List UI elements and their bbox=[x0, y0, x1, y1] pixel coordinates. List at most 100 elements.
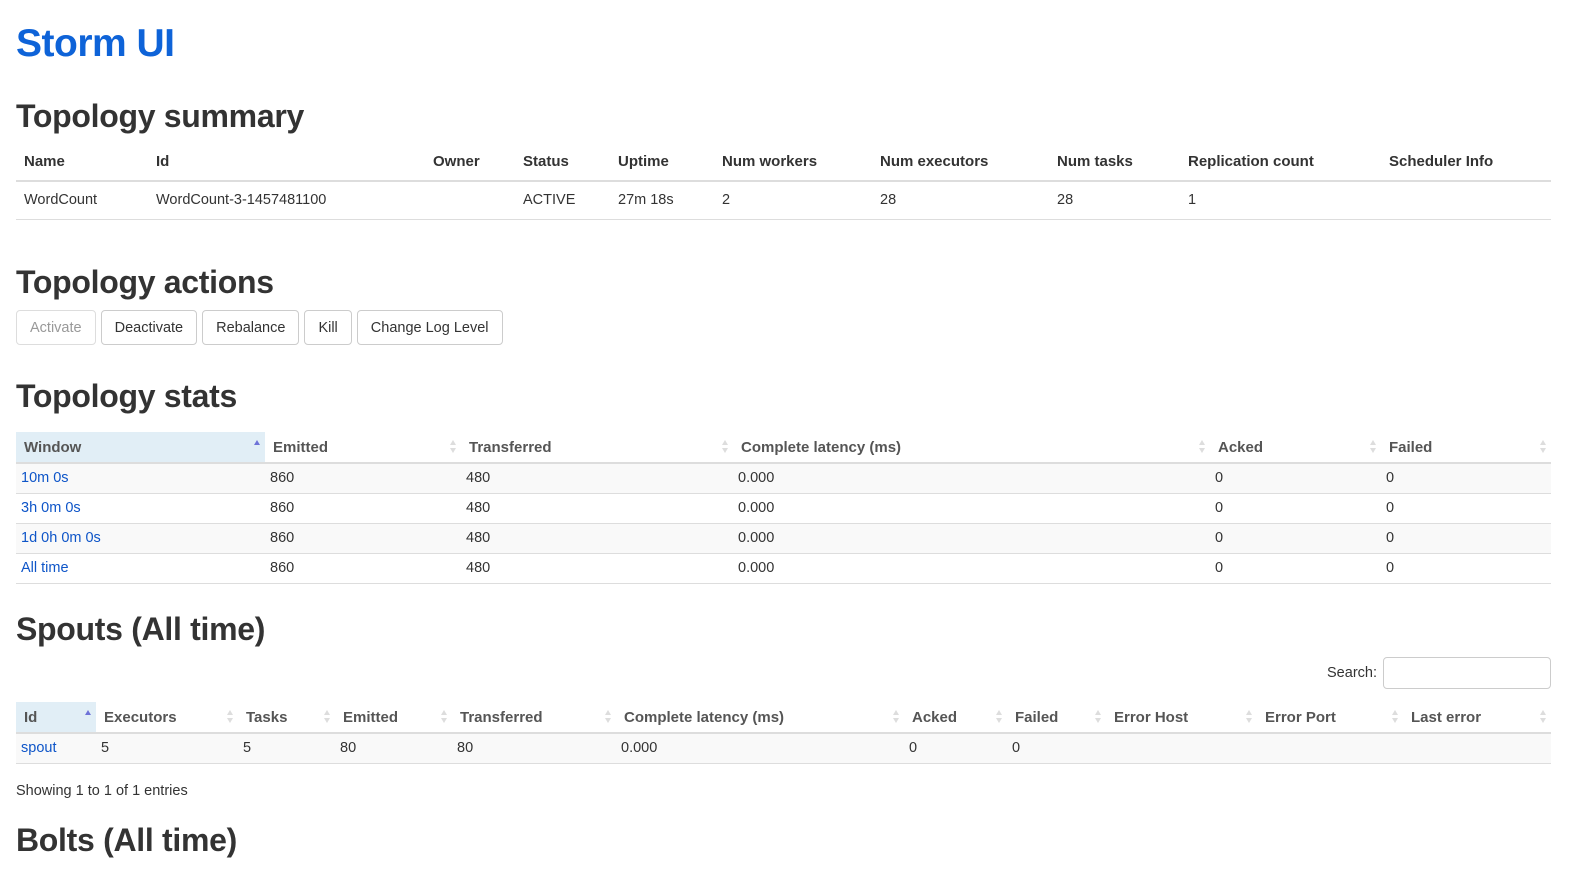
cell-transferred: 480 bbox=[461, 493, 733, 524]
rebalance-button[interactable]: Rebalance bbox=[202, 310, 300, 345]
topology-actions-heading: Topology actions bbox=[16, 264, 274, 300]
cell-uptime: 27m 18s bbox=[610, 181, 714, 220]
cell-failed: 0 bbox=[1381, 553, 1551, 584]
cell-num-tasks: 28 bbox=[1049, 181, 1180, 220]
cell-acked: 0 bbox=[1210, 523, 1381, 554]
column-header-acked[interactable]: Acked bbox=[904, 702, 1007, 734]
column-header-label: Transferred bbox=[460, 708, 543, 726]
column-header-failed[interactable]: Failed bbox=[1381, 432, 1551, 464]
column-header-complete-latency-ms[interactable]: Complete latency (ms) bbox=[616, 702, 904, 734]
column-header-label: Executors bbox=[104, 708, 177, 726]
cell-transferred: 480 bbox=[461, 523, 733, 554]
column-header-window[interactable]: Window bbox=[16, 432, 265, 464]
table-row: 1d 0h 0m 0s 860 480 0.000 0 0 bbox=[16, 523, 1551, 554]
cell-transferred: 80 bbox=[452, 733, 616, 764]
cell-failed: 0 bbox=[1007, 733, 1106, 764]
sort-icon bbox=[605, 710, 612, 724]
cell-emitted: 860 bbox=[265, 523, 461, 554]
sort-icon bbox=[1370, 440, 1377, 454]
topology-actions-buttons: Activate Deactivate Rebalance Kill Change Lo… bbox=[16, 310, 503, 345]
cell-acked: 0 bbox=[1210, 493, 1381, 524]
column-header-emitted[interactable]: Emitted bbox=[335, 702, 452, 734]
column-header-error-host[interactable]: Error Host bbox=[1106, 702, 1257, 734]
link-10m-0s[interactable]: 10m 0s bbox=[21, 470, 69, 486]
column-header-emitted[interactable]: Emitted bbox=[265, 432, 461, 464]
column-header-id: Id bbox=[148, 143, 425, 182]
column-header-label: Id bbox=[156, 153, 170, 170]
link-all-time[interactable]: All time bbox=[21, 560, 69, 576]
cell-emitted: 860 bbox=[265, 463, 461, 494]
activate-button[interactable]: Activate bbox=[16, 310, 96, 345]
link-spout[interactable]: spout bbox=[21, 740, 56, 756]
sort-icon bbox=[893, 710, 900, 724]
column-header-failed[interactable]: Failed bbox=[1007, 702, 1106, 734]
column-header-transferred[interactable]: Transferred bbox=[461, 432, 733, 464]
column-header-executors[interactable]: Executors bbox=[96, 702, 238, 734]
cell-executors: 5 bbox=[96, 733, 238, 764]
sort-icon bbox=[450, 440, 457, 454]
app-title[interactable]: Storm UI bbox=[16, 22, 175, 66]
topology-summary-heading: Topology summary bbox=[16, 98, 304, 134]
column-header-label: Name bbox=[24, 153, 65, 170]
column-header-label: Error Host bbox=[1114, 708, 1189, 726]
sort-icon bbox=[227, 710, 234, 724]
bolts-heading: Bolts (All time) bbox=[16, 822, 237, 858]
column-header-owner: Owner bbox=[425, 143, 515, 182]
column-header-label: Complete latency (ms) bbox=[624, 708, 785, 726]
column-header-label: Emitted bbox=[343, 708, 399, 726]
column-header-name: Name bbox=[16, 143, 148, 182]
column-header-id[interactable]: Id bbox=[16, 702, 96, 734]
column-header-label: Acked bbox=[1218, 438, 1264, 456]
change-log-level-button[interactable]: Change Log Level bbox=[356, 310, 503, 345]
column-header-label: Complete latency (ms) bbox=[741, 438, 902, 456]
cell-failed: 0 bbox=[1381, 523, 1551, 554]
cell-complete-latency-ms: 0.000 bbox=[616, 733, 904, 764]
table-row: 10m 0s 860 480 0.000 0 0 bbox=[16, 463, 1551, 494]
column-header-acked[interactable]: Acked bbox=[1210, 432, 1381, 464]
column-header-tasks[interactable]: Tasks bbox=[238, 702, 335, 734]
topology-stats-table: Window Emitted Transferred Complete latency… bbox=[16, 432, 1551, 584]
cell-failed: 0 bbox=[1381, 493, 1551, 524]
column-header-label: Last error bbox=[1411, 708, 1482, 726]
kill-button[interactable]: Kill bbox=[304, 310, 352, 345]
column-header-label: Tasks bbox=[246, 708, 288, 726]
column-header-label: Error Port bbox=[1265, 708, 1336, 726]
cell-status: ACTIVE bbox=[515, 181, 610, 220]
column-header-label: Uptime bbox=[618, 153, 669, 170]
sort-ascending-icon bbox=[254, 440, 261, 454]
search-label: Search: bbox=[1327, 665, 1377, 681]
column-header-num-tasks: Num tasks bbox=[1049, 143, 1180, 182]
column-header-label: Owner bbox=[433, 153, 480, 170]
cell-acked: 0 bbox=[1210, 463, 1381, 494]
cell-acked: 0 bbox=[904, 733, 1007, 764]
cell-acked: 0 bbox=[1210, 553, 1381, 584]
column-header-error-port[interactable]: Error Port bbox=[1257, 702, 1403, 734]
topology-summary-table: Name Id Owner Status Uptime Num workers Num ex… bbox=[16, 143, 1551, 220]
spouts-table-info: Showing 1 to 1 of 1 entries bbox=[16, 783, 188, 799]
column-header-complete-latency-ms[interactable]: Complete latency (ms) bbox=[733, 432, 1210, 464]
sort-icon bbox=[1095, 710, 1102, 724]
column-header-last-error[interactable]: Last error bbox=[1403, 702, 1551, 734]
spouts-search: Search: bbox=[1327, 657, 1551, 689]
column-header-label: Num tasks bbox=[1057, 153, 1133, 170]
cell-transferred: 480 bbox=[461, 553, 733, 584]
column-header-transferred[interactable]: Transferred bbox=[452, 702, 616, 734]
column-header-label: Replication count bbox=[1188, 153, 1314, 170]
deactivate-button[interactable]: Deactivate bbox=[100, 310, 198, 345]
column-header-label: Status bbox=[523, 153, 569, 170]
cell-complete-latency-ms: 0.000 bbox=[733, 523, 1210, 554]
link-3h-0m-0s[interactable]: 3h 0m 0s bbox=[21, 500, 81, 516]
column-header-label: Acked bbox=[912, 708, 958, 726]
sort-icon bbox=[1246, 710, 1253, 724]
cell-error-port bbox=[1257, 733, 1403, 764]
cell-complete-latency-ms: 0.000 bbox=[733, 493, 1210, 524]
cell-emitted: 860 bbox=[265, 553, 461, 584]
table-row: spout 5 5 80 80 0.000 0 0 bbox=[16, 733, 1551, 764]
link-1d-0h-0m-0s[interactable]: 1d 0h 0m 0s bbox=[21, 530, 101, 546]
column-header-label: Scheduler Info bbox=[1389, 153, 1494, 170]
spouts-heading: Spouts (All time) bbox=[16, 611, 266, 647]
sort-icon bbox=[722, 440, 729, 454]
cell-complete-latency-ms: 0.000 bbox=[733, 463, 1210, 494]
search-input[interactable] bbox=[1383, 657, 1551, 689]
column-header-label: Num workers bbox=[722, 153, 818, 170]
